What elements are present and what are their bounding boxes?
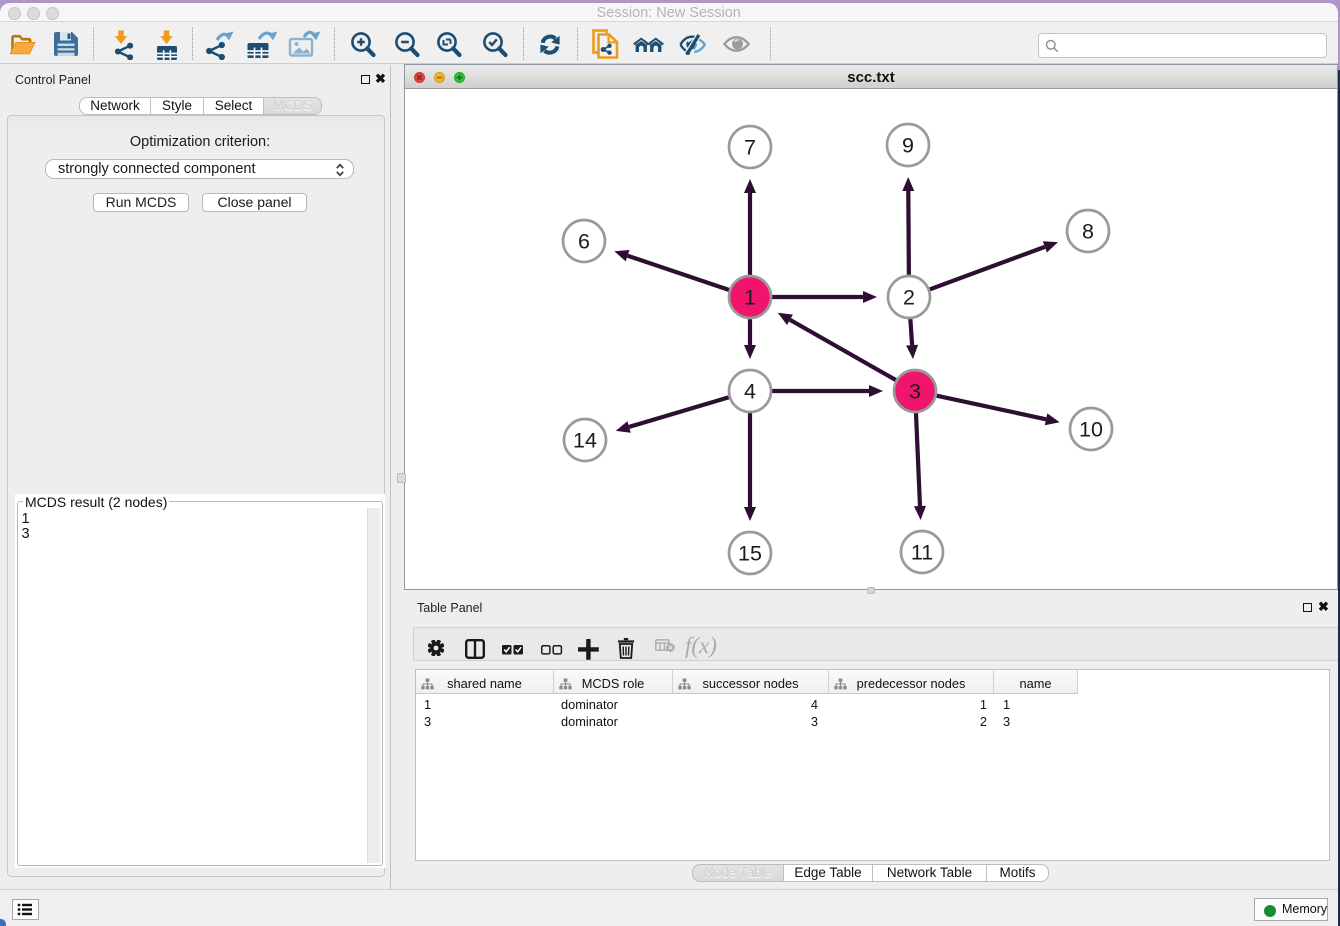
svg-text:2: 2 (903, 286, 915, 310)
svg-text:4: 4 (744, 380, 756, 404)
svg-text:10: 10 (1079, 418, 1103, 442)
svg-text:3: 3 (909, 380, 921, 404)
svg-text:11: 11 (911, 541, 933, 565)
svg-text:15: 15 (738, 542, 762, 566)
svg-text:14: 14 (573, 429, 597, 453)
svg-text:1: 1 (744, 286, 756, 310)
svg-text:9: 9 (902, 134, 914, 158)
svg-text:7: 7 (744, 136, 756, 160)
svg-text:6: 6 (578, 230, 590, 254)
svg-text:8: 8 (1082, 220, 1094, 244)
